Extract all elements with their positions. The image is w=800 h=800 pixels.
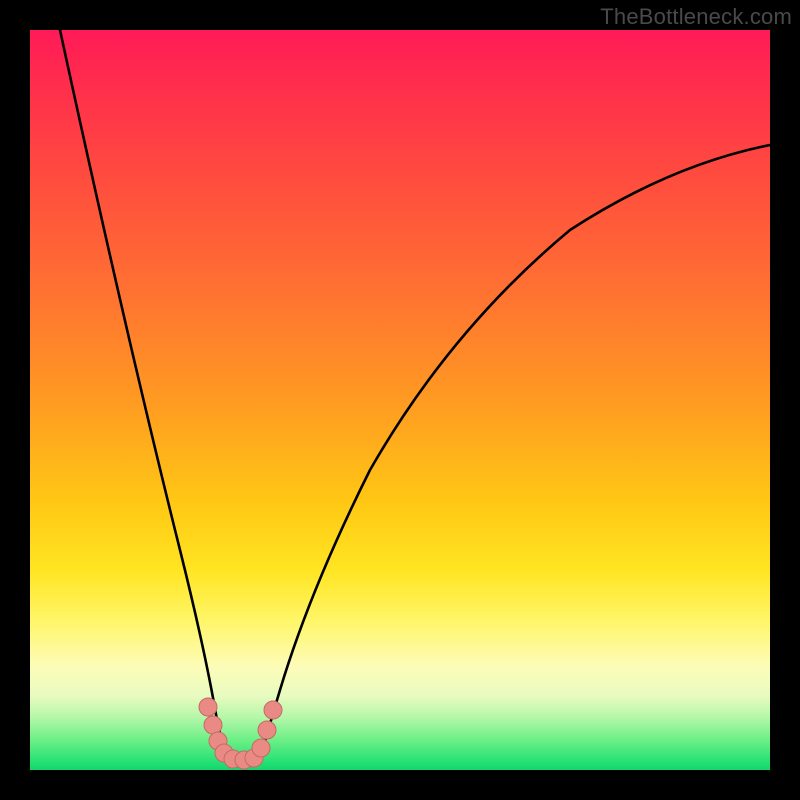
- curve-left-branch: [60, 30, 227, 756]
- plot-area: [30, 30, 770, 770]
- watermark-text: TheBottleneck.com: [600, 4, 792, 30]
- curve-right-branch: [261, 145, 770, 756]
- curve-markers: [199, 698, 282, 769]
- bottleneck-curve: [30, 30, 770, 770]
- chart-frame: TheBottleneck.com: [0, 0, 800, 800]
